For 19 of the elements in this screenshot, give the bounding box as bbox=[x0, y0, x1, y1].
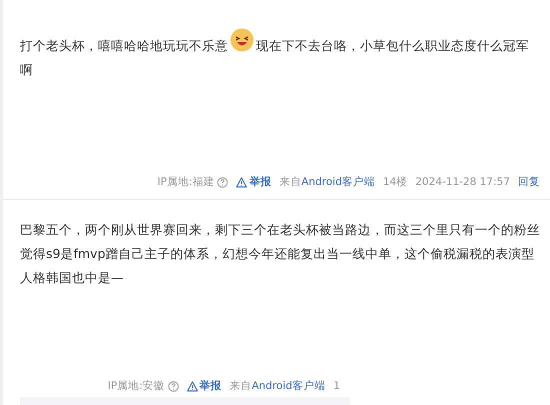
floor-number: 1 bbox=[333, 380, 340, 392]
post-time: 2024-11-28 17:57 bbox=[415, 176, 510, 188]
source-label: 来自 Android客户端 bbox=[230, 379, 326, 393]
source-label: 来自Android客户端 bbox=[279, 175, 375, 189]
report-link[interactable]: 举报 bbox=[186, 379, 222, 393]
ip-location: IP属地:福建 bbox=[157, 175, 214, 189]
warning-icon bbox=[186, 380, 198, 392]
client-link[interactable]: Android客户端 bbox=[301, 176, 375, 188]
ip-location: IP属地:安徽 bbox=[108, 379, 165, 393]
post-text: 巴黎五个，两个刚从世界赛回来，剩下三个在老头杯被当路边，而这三个里只有一个的粉丝觉得s9是fmvp蹭自己主子的体系，幻想今年还能复出当一线中单，这个偷税漏税的表演型人格韩国也中是— bbox=[20, 221, 540, 287]
report-link[interactable]: 举报 bbox=[236, 175, 272, 189]
laughing-emoji-icon bbox=[230, 28, 254, 52]
reply-link[interactable]: 回复 bbox=[518, 175, 540, 189]
floor-number: 14楼 bbox=[383, 175, 408, 189]
warning-icon bbox=[236, 176, 248, 188]
help-icon[interactable] bbox=[217, 176, 228, 188]
post-text: 打个老头杯，嘻嘻哈哈地玩玩不乐意 现在下不去台咯，小草包什么职业态度什么冠军啊 bbox=[20, 28, 540, 82]
help-icon[interactable] bbox=[168, 380, 179, 392]
client-link[interactable]: Android客户端 bbox=[252, 380, 326, 392]
